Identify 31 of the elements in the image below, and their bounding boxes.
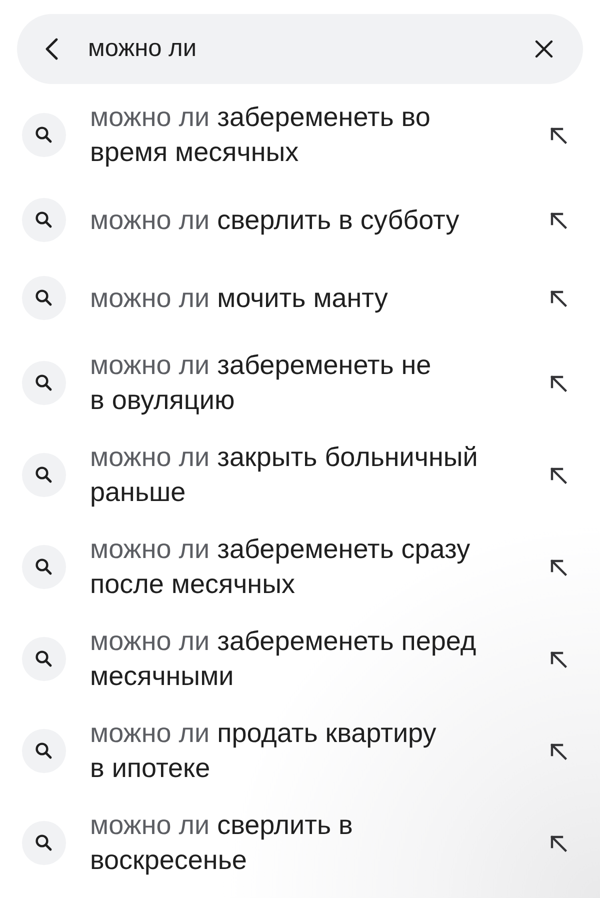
arrow-up-left-icon[interactable] (550, 834, 567, 852)
search-icon (22, 361, 66, 405)
close-icon[interactable] (535, 40, 553, 58)
arrow-up-left-icon[interactable] (550, 466, 567, 484)
chevron-left-icon[interactable] (45, 38, 58, 60)
suggestion-text[interactable]: можно ли забеременеть во время месячных (90, 100, 538, 170)
suggestion-text[interactable]: можно ли закрыть больничный раньше (90, 440, 538, 510)
suggestion-text[interactable]: можно ли забеременеть не в овуляцию (90, 348, 538, 418)
search-icon (22, 637, 66, 681)
search-icon (22, 113, 66, 157)
suggestion-text[interactable]: можно ли продать квартиру в ипотеке (90, 716, 538, 786)
search-input[interactable]: можно ли (88, 33, 523, 65)
suggestion-text[interactable]: можно ли сверлить в субботу (90, 202, 538, 238)
suggestion-text[interactable]: можно ли забеременеть перед месячными (90, 624, 538, 694)
arrow-up-left-icon[interactable] (550, 650, 567, 668)
arrow-up-left-icon[interactable] (550, 374, 567, 392)
search-icon (22, 729, 66, 773)
search-icon (22, 545, 66, 589)
search-icon (22, 198, 66, 242)
arrow-up-left-icon[interactable] (550, 126, 567, 144)
arrow-up-left-icon[interactable] (550, 290, 567, 306)
search-icon (22, 276, 66, 320)
arrow-up-left-icon[interactable] (550, 212, 567, 228)
suggestion-text[interactable]: можно ли сверлить в воскресенье (90, 808, 538, 878)
arrow-up-left-icon[interactable] (550, 558, 567, 576)
search-icon (22, 821, 66, 865)
suggestion-text[interactable]: можно ли забеременеть сразу после месячных (90, 532, 538, 602)
suggestion-text[interactable]: можно ли мочить манту (90, 280, 538, 316)
search-field[interactable]: можно ли (17, 14, 583, 84)
search-icon (22, 453, 66, 497)
arrow-up-left-icon[interactable] (550, 742, 567, 760)
